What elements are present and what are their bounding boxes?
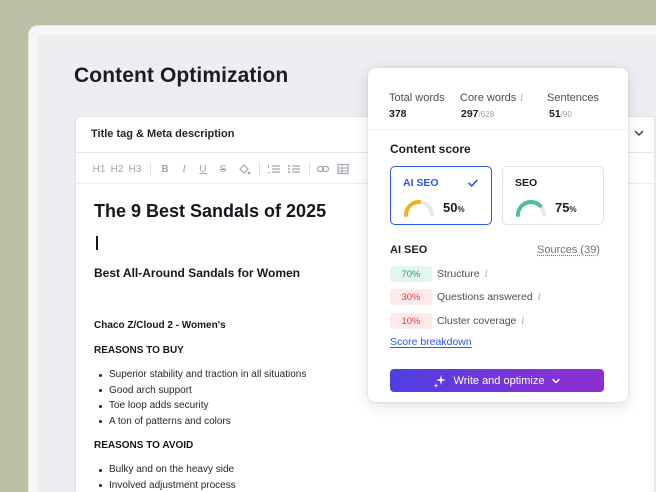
stat-label: Sentences xyxy=(547,92,599,104)
stat-sentences: Sentences 51/90 xyxy=(547,92,599,120)
metric-badge: 10% xyxy=(390,313,432,329)
table-icon[interactable] xyxy=(335,161,351,177)
metric-label: Structure xyxy=(437,268,480,280)
metric-badge: 70% xyxy=(390,266,432,282)
metric-cluster-coverage: 10% Cluster coverage i xyxy=(390,313,525,329)
score-value: 50% xyxy=(443,200,465,215)
info-icon[interactable]: i xyxy=(538,292,541,303)
sources-link[interactable]: Sources (39) xyxy=(537,244,600,256)
heading-1-button[interactable]: H1 xyxy=(92,161,106,177)
ai-seo-section-title: AI SEO xyxy=(390,244,427,256)
bold-button[interactable]: B xyxy=(158,161,172,177)
chevron-down-icon[interactable] xyxy=(632,126,646,140)
document-heading-2: Best All-Around Sandals for Women xyxy=(94,266,300,280)
content-score-panel: Total words 378 Core words i 297/628 Sent… xyxy=(368,68,628,402)
write-and-optimize-label: Write and optimize xyxy=(454,375,545,387)
reasons-to-avoid-list: Bulky and on the heavy side Involved adj… xyxy=(99,462,236,492)
stat-value: 51 xyxy=(549,108,561,120)
stat-total: /90 xyxy=(561,110,572,119)
reasons-to-buy-list: Superior stability and traction in all s… xyxy=(99,367,306,429)
list-item: Involved adjustment process xyxy=(99,478,236,492)
list-item: Superior stability and traction in all s… xyxy=(99,367,306,383)
list-item: Toe loop adds security xyxy=(99,398,306,414)
stat-label: Total words xyxy=(389,92,445,104)
seo-score-card[interactable]: SEO 75% xyxy=(502,166,604,225)
bulleted-list-icon[interactable] xyxy=(286,161,302,177)
info-icon[interactable]: i xyxy=(485,269,488,280)
sparkle-icon xyxy=(433,374,447,388)
gauge-icon xyxy=(514,198,548,218)
ai-seo-score-card[interactable]: AI SEO 50% xyxy=(390,166,492,225)
toolbar-divider xyxy=(309,162,310,176)
score-value: 75% xyxy=(555,200,577,215)
toolbar-divider xyxy=(150,162,151,176)
fill-color-icon[interactable] xyxy=(236,161,252,177)
numbered-list-icon[interactable] xyxy=(266,161,282,177)
stat-total: /628 xyxy=(479,110,495,119)
score-card-name: SEO xyxy=(515,177,537,189)
text-cursor xyxy=(96,236,98,250)
metric-structure: 70% Structure i xyxy=(390,266,488,282)
toolbar-divider xyxy=(259,162,260,176)
document-heading-1: The 9 Best Sandals of 2025 xyxy=(94,201,326,222)
score-breakdown-link[interactable]: Score breakdown xyxy=(390,336,472,348)
heading-2-button[interactable]: H2 xyxy=(110,161,124,177)
reasons-to-avoid-label: REASONS TO AVOID xyxy=(94,440,193,451)
stat-core-words: Core words i 297/628 xyxy=(460,92,523,120)
list-item: A ton of patterns and colors xyxy=(99,414,306,430)
heading-3-button[interactable]: H3 xyxy=(128,161,142,177)
stat-value: 378 xyxy=(389,108,407,120)
gauge-icon xyxy=(402,198,436,218)
content-score-title: Content score xyxy=(390,142,471,156)
check-icon xyxy=(467,177,479,189)
stat-total-words: Total words 378 xyxy=(389,92,445,120)
metric-badge: 30% xyxy=(390,289,432,305)
stat-value: 297 xyxy=(461,108,479,120)
metric-questions-answered: 30% Questions answered i xyxy=(390,289,541,305)
metric-label: Cluster coverage xyxy=(437,315,516,327)
italic-button[interactable]: I xyxy=(177,161,191,177)
write-and-optimize-button[interactable]: Write and optimize xyxy=(390,369,604,392)
stat-label: Core words xyxy=(460,92,516,104)
list-item: Good arch support xyxy=(99,383,306,399)
document-heading-3: Chaco Z/Cloud 2 - Women's xyxy=(94,320,226,331)
meta-description-label: Title tag & Meta description xyxy=(91,128,234,140)
info-icon[interactable]: i xyxy=(521,316,524,327)
score-card-name: AI SEO xyxy=(403,177,439,189)
page-title: Content Optimization xyxy=(74,64,288,88)
word-stats: Total words 378 Core words i 297/628 Sent… xyxy=(368,68,628,130)
reasons-to-buy-label: REASONS TO BUY xyxy=(94,345,184,356)
chevron-down-icon xyxy=(551,376,561,386)
link-icon[interactable] xyxy=(315,161,331,177)
list-item: Bulky and on the heavy side xyxy=(99,462,236,478)
underline-button[interactable]: U xyxy=(196,161,210,177)
strikethrough-button[interactable]: S xyxy=(216,161,230,177)
info-icon[interactable]: i xyxy=(520,93,523,104)
metric-label: Questions answered xyxy=(437,291,533,303)
